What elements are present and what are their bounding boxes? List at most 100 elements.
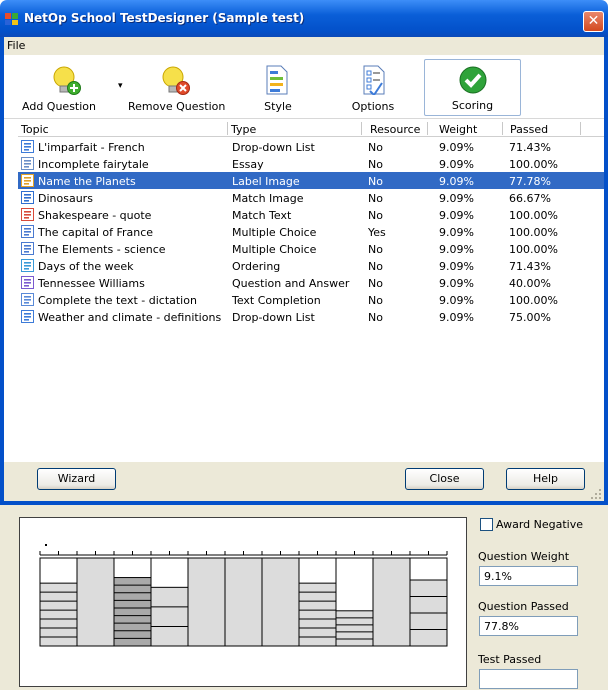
column-passed[interactable]: Passed (510, 123, 548, 136)
button-bar: Wizard Close Help (4, 462, 604, 501)
test-passed-label: Test Passed (478, 653, 542, 666)
options-button[interactable]: Options (343, 59, 403, 116)
chart-bar[interactable] (261, 557, 300, 647)
chart-bar[interactable] (150, 586, 189, 647)
cell-topic: Shakespeare - quote (38, 209, 152, 222)
cell-type: Match Text (232, 209, 292, 222)
column-weight[interactable]: Weight (439, 123, 477, 136)
cell-resource: No (368, 277, 383, 290)
menu-file[interactable]: File (7, 39, 25, 52)
style-button[interactable]: Style (248, 59, 308, 116)
column-divider[interactable] (361, 122, 362, 135)
column-divider[interactable] (502, 122, 503, 135)
cell-type: Multiple Choice (232, 226, 317, 239)
cell-passed: 75.00% (509, 311, 551, 324)
cell-type: Match Image (232, 192, 304, 205)
question-list: L'imparfait - French Drop-down List No 9.09… (18, 138, 604, 325)
remove-question-button[interactable]: Remove Question (128, 59, 226, 116)
cell-resource: No (368, 260, 383, 273)
chart-bar[interactable] (76, 557, 115, 647)
list-item[interactable]: Dinosaurs Match Image No 9.09% 66.67% (18, 189, 604, 206)
add-question-label: Add Question (22, 100, 96, 113)
cell-type: Ordering (232, 260, 281, 273)
cell-type: Drop-down List (232, 311, 315, 324)
chart-bar[interactable] (187, 557, 226, 647)
cell-resource: No (368, 141, 383, 154)
ordering-icon (21, 259, 34, 272)
column-topic[interactable]: Topic (21, 123, 49, 136)
award-negative-checkbox[interactable] (480, 518, 493, 531)
list-item[interactable]: L'imparfait - French Drop-down List No 9.09… (18, 138, 604, 155)
column-divider[interactable] (580, 122, 581, 135)
cell-topic: Days of the week (38, 260, 134, 273)
style-icon (266, 65, 288, 95)
cell-weight: 9.09% (439, 158, 474, 171)
list-item[interactable]: Incomplete fairytale Essay No 9.09% 100.00% (18, 155, 604, 172)
column-divider[interactable] (227, 122, 228, 135)
list-item[interactable]: Shakespeare - quote Match Text No 9.09% 100.… (18, 206, 604, 223)
cell-type: Label Image (232, 175, 300, 188)
cell-topic: Dinosaurs (38, 192, 93, 205)
app-icon (5, 13, 18, 25)
multiple-choice-icon (21, 225, 34, 238)
chart-bar[interactable] (113, 577, 152, 647)
cell-topic: Tennessee Williams (38, 277, 145, 290)
multiple-choice-icon (21, 242, 34, 255)
list-item[interactable]: Complete the text - dictation Text Comple… (18, 291, 604, 308)
cell-topic: L'imparfait - French (38, 141, 145, 154)
scoring-panel: Award Negative Question Weight 9.1% Ques… (0, 505, 608, 690)
cell-resource: No (368, 158, 383, 171)
chart-bar[interactable] (224, 557, 263, 647)
add-question-icon (53, 66, 81, 95)
list-item[interactable]: Name the Planets Label Image No 9.09% 77.78% (18, 172, 604, 189)
column-resource[interactable]: Resource (370, 123, 420, 136)
resize-grip-icon[interactable] (590, 488, 602, 500)
text-completion-icon (21, 293, 34, 306)
cell-topic: Weather and climate - definitions (38, 311, 222, 324)
cell-topic: The capital of France (38, 226, 154, 239)
cell-passed: 71.43% (509, 260, 551, 273)
list-item[interactable]: Days of the week Ordering No 9.09% 71.43% (18, 257, 604, 274)
cell-resource: No (368, 192, 383, 205)
cell-passed: 100.00% (509, 226, 558, 239)
cell-weight: 9.09% (439, 294, 474, 307)
close-window-button[interactable]: ✕ (583, 11, 604, 32)
column-type[interactable]: Type (231, 123, 256, 136)
add-question-dropdown-icon[interactable]: ▾ (118, 81, 123, 91)
list-item[interactable]: The capital of France Multiple Choice Yes 9… (18, 223, 604, 240)
list-item[interactable]: The Elements - science Multiple Choice No 9… (18, 240, 604, 257)
cell-type: Text Completion (232, 294, 321, 307)
cell-passed: 100.00% (509, 294, 558, 307)
cell-weight: 9.09% (439, 175, 474, 188)
scoring-button[interactable]: Scoring (424, 59, 521, 116)
title-bar: NetOp School TestDesigner (Sample test) … (0, 0, 608, 37)
close-button[interactable]: Close (405, 468, 484, 490)
window-frame-left (0, 55, 4, 505)
cell-passed: 100.00% (509, 158, 558, 171)
cell-weight: 9.09% (439, 311, 474, 324)
cell-resource: No (368, 311, 383, 324)
cell-resource: No (368, 175, 383, 188)
chart-bar[interactable] (335, 610, 374, 647)
remove-question-icon (162, 66, 190, 95)
help-button[interactable]: Help (506, 468, 585, 490)
chart-bar[interactable] (372, 557, 411, 647)
list-item[interactable]: Weather and climate - definitions Drop-do… (18, 308, 604, 325)
toolbar: ▾ Add Question Remove Question Style Opt… (4, 55, 604, 119)
award-negative-label[interactable]: Award Negative (496, 518, 583, 531)
cell-type: Multiple Choice (232, 243, 317, 256)
wizard-button[interactable]: Wizard (37, 468, 116, 490)
list-item[interactable]: Tennessee Williams Question and Answer No 9… (18, 274, 604, 291)
cell-topic: Name the Planets (38, 175, 136, 188)
cell-passed: 100.00% (509, 243, 558, 256)
remove-question-label: Remove Question (128, 100, 226, 113)
question-weight-field[interactable]: 9.1% (479, 566, 578, 586)
test-passed-field[interactable] (479, 669, 578, 689)
cell-resource: No (368, 243, 383, 256)
cell-type: Drop-down List (232, 141, 315, 154)
cell-passed: 77.78% (509, 175, 551, 188)
question-answer-icon (21, 276, 34, 289)
question-passed-field[interactable]: 77.8% (479, 616, 578, 636)
column-divider[interactable] (427, 122, 428, 135)
add-question-button[interactable]: ▾ Add Question (22, 59, 123, 116)
